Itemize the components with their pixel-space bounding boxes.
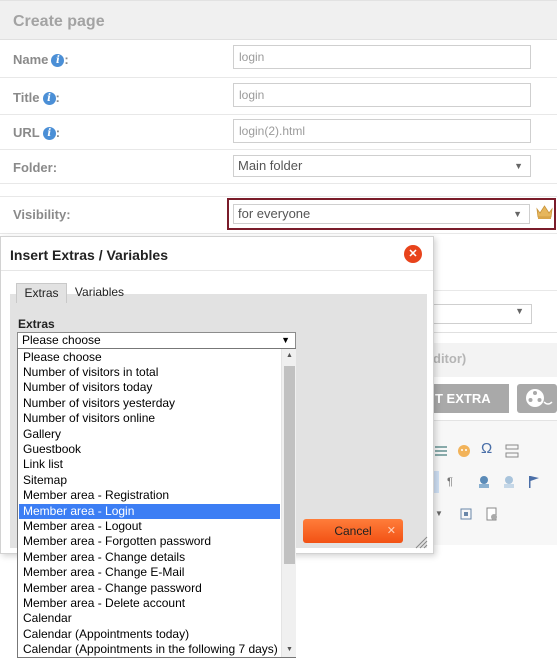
list-item[interactable]: Member area - Change E-Mail (19, 565, 280, 580)
tab-variables[interactable]: Variables (67, 283, 132, 303)
title-field[interactable]: login (233, 83, 531, 107)
list-item[interactable]: Calendar (Appointments in the following … (19, 642, 280, 657)
flag-icon[interactable] (526, 474, 542, 490)
visibility-label: Visibility: (13, 207, 71, 222)
title-label: Title (13, 90, 40, 105)
cancel-button[interactable]: Cancel ✕ (303, 519, 403, 543)
crown-icon (536, 205, 553, 219)
scrollbar-thumb[interactable] (284, 366, 295, 564)
list-item[interactable]: Member area - Delete account (19, 596, 280, 611)
panel-header: Create page (0, 0, 557, 40)
scroll-down-icon[interactable]: ▼ (282, 643, 297, 657)
object-icon[interactable] (458, 506, 474, 522)
background-select[interactable]: ▼ (431, 304, 532, 324)
page-break-icon[interactable] (504, 443, 520, 459)
list-item[interactable]: Number of visitors today (19, 380, 280, 395)
list-item[interactable]: Member area - Change password (19, 581, 280, 596)
chevron-down-icon: ▼ (514, 161, 523, 171)
document-icon[interactable] (484, 506, 500, 522)
scrollbar[interactable]: ▲ ▼ (281, 349, 296, 657)
url-label: URL (13, 125, 40, 140)
resize-grip-icon[interactable] (414, 535, 428, 549)
url-field[interactable]: login(2).html (233, 119, 531, 143)
divider (431, 332, 557, 333)
list-item[interactable]: Member area - Registration (19, 488, 280, 503)
info-icon[interactable]: i (42, 127, 56, 140)
scroll-up-icon[interactable]: ▲ (282, 349, 297, 363)
list-item[interactable]: Link list (19, 457, 280, 472)
omega-icon[interactable]: Ω (481, 440, 492, 457)
chevron-down-icon: ▼ (281, 335, 290, 345)
close-icon[interactable]: ✕ (404, 245, 422, 263)
film-reel-button[interactable] (517, 384, 557, 413)
list-item[interactable]: Member area - Logout (19, 519, 280, 534)
list-item-selected[interactable]: Member area - Login (19, 504, 280, 519)
list-item[interactable]: Guestbook (19, 442, 280, 457)
list-item[interactable]: Gallery (19, 427, 280, 442)
create-page-panel: Create page Name i: login Title i: login U… (0, 0, 557, 665)
divider (431, 290, 557, 291)
list-item[interactable]: Please choose (19, 350, 280, 365)
film-reel-icon (526, 389, 553, 407)
extras-label: Extras (18, 317, 55, 331)
info-icon[interactable]: i (42, 92, 56, 105)
name-row: Name i: login (0, 40, 557, 78)
title-row: Title i: login (0, 78, 557, 115)
chevron-down-icon: ▼ (515, 306, 524, 316)
visibility-select[interactable]: for everyone ▼ (233, 204, 530, 224)
list-item[interactable]: Number of visitors yesterday (19, 396, 280, 411)
list-item[interactable]: Member area - Change details (19, 550, 280, 565)
chevron-down-icon: ▼ (513, 209, 522, 219)
smiley-icon[interactable] (456, 443, 472, 459)
list-item[interactable]: Number of visitors online (19, 411, 280, 426)
tab-extras[interactable]: Extras (16, 283, 67, 303)
paragraph-icon[interactable]: ¶ (447, 476, 453, 488)
list-item[interactable]: Member area - Forgotten password (19, 534, 280, 549)
people-icon[interactable] (476, 474, 492, 490)
extras-dropdown-list[interactable]: Please choose Number of visitors in tota… (17, 348, 296, 658)
list-item[interactable]: Sitemap (19, 473, 280, 488)
name-field[interactable]: login (233, 45, 531, 69)
editor-mode-text: ditor) (433, 351, 467, 366)
editor-toolbar: Ω ¶ ▼ (431, 420, 557, 545)
close-icon: ✕ (386, 525, 396, 537)
list-item[interactable]: Calendar (Appointments today) (19, 627, 280, 642)
extras-select[interactable]: Please choose ▼ (17, 332, 296, 349)
folder-label: Folder: (13, 160, 58, 175)
divider (1, 270, 433, 271)
list-item[interactable]: Calendar (19, 611, 280, 626)
people-icon[interactable] (501, 474, 517, 490)
folder-row: Folder: Main folder ▼ (0, 150, 557, 184)
dialog-title: Insert Extras / Variables (10, 247, 168, 263)
name-label: Name (13, 52, 49, 67)
folder-select[interactable]: Main folder ▼ (233, 155, 531, 177)
info-icon[interactable]: i (51, 54, 65, 67)
chevron-down-icon[interactable]: ▼ (435, 509, 443, 518)
insert-extra-button[interactable]: T EXTRA (431, 384, 509, 413)
list-icon[interactable] (433, 443, 449, 459)
page-title: Create page (13, 13, 105, 30)
url-row: URL i: login(2).html (0, 115, 557, 150)
list-item[interactable]: Number of visitors in total (19, 365, 280, 380)
